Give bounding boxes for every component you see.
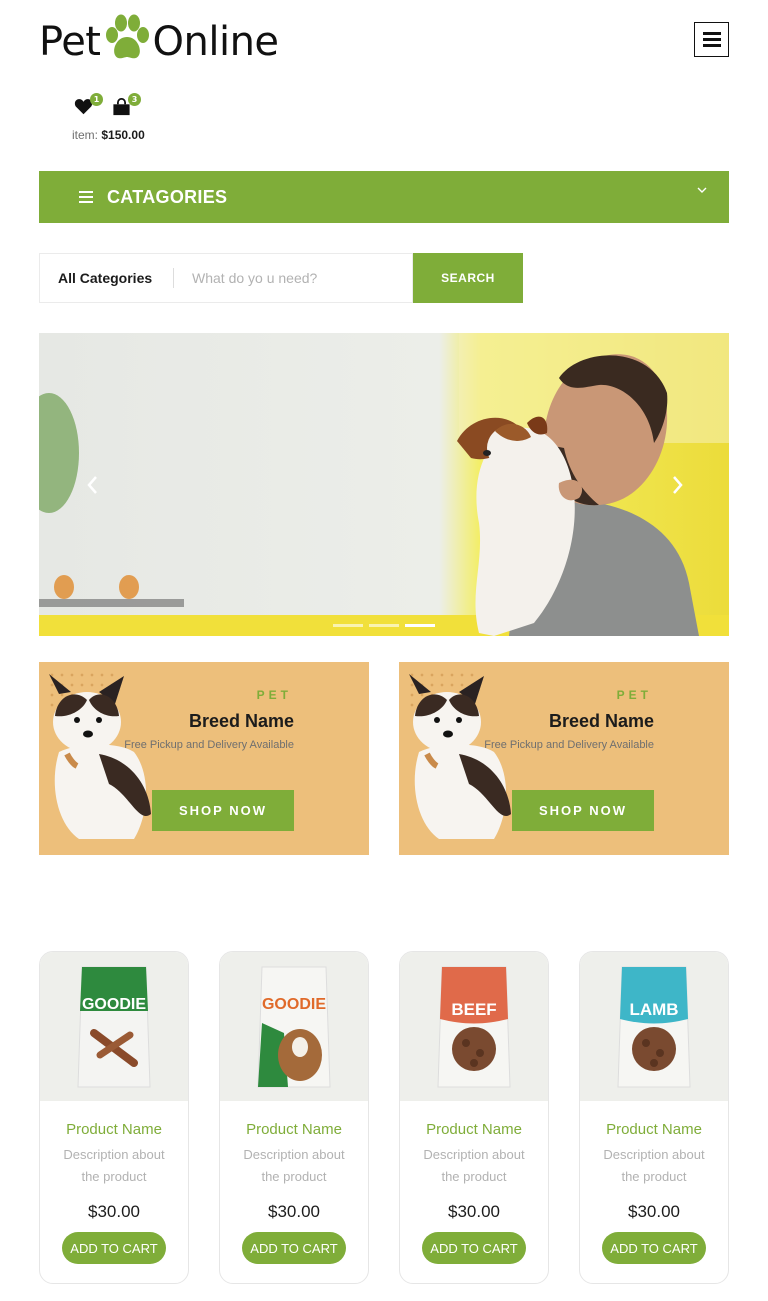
search-category-select[interactable]: All Categories xyxy=(40,268,174,288)
arrow-left-icon[interactable] xyxy=(83,473,103,497)
pack-label: GOODIE xyxy=(262,996,326,1013)
banner-subtitle: Free Pickup and Delivery Available xyxy=(124,739,294,751)
product-price: $30.00 xyxy=(628,1202,680,1221)
product-name[interactable]: Product Name xyxy=(220,1121,368,1138)
brand-logo[interactable]: Pet Online xyxy=(39,14,279,70)
product-name[interactable]: Product Name xyxy=(40,1121,188,1138)
slider-indicators xyxy=(333,624,435,627)
product-description: Description about the product xyxy=(603,1147,705,1184)
categories-dropdown[interactable]: CATAGORIES xyxy=(39,171,729,223)
pack-label: BEEF xyxy=(451,1000,496,1019)
product-image: GOODIE xyxy=(220,952,368,1101)
product-image: GOODIE xyxy=(40,952,188,1101)
search-box: All Categories xyxy=(39,253,413,303)
promo-banner: PET Breed Name Free Pickup and Delivery … xyxy=(39,662,369,855)
add-to-cart-button[interactable]: ADD TO CART xyxy=(242,1232,346,1264)
search-button[interactable]: SEARCH xyxy=(413,253,523,303)
cart-total: item: $150.00 xyxy=(72,128,145,142)
add-to-cart-button[interactable]: ADD TO CART xyxy=(602,1232,706,1264)
shop-now-button[interactable]: SHOP NOW xyxy=(152,790,294,831)
list-icon xyxy=(79,191,93,203)
product-name[interactable]: Product Name xyxy=(580,1121,728,1138)
header-icons: 1 3 xyxy=(74,93,141,118)
product-name[interactable]: Product Name xyxy=(400,1121,548,1138)
add-to-cart-button[interactable]: ADD TO CART xyxy=(422,1232,526,1264)
search-form: All Categories SEARCH xyxy=(39,253,523,303)
product-price: $30.00 xyxy=(268,1202,320,1221)
puppy-image xyxy=(49,674,151,839)
pack-label: LAMB xyxy=(629,1000,678,1019)
slider-dot[interactable] xyxy=(333,624,363,627)
chevron-down-icon xyxy=(697,187,707,193)
product-description: Description about the product xyxy=(243,1147,345,1184)
pack-label: GOODIE xyxy=(82,996,146,1013)
product-price: $30.00 xyxy=(88,1202,140,1221)
food-bag-image: GOODIE xyxy=(77,966,151,1087)
arrow-right-icon[interactable] xyxy=(667,473,687,497)
hamburger-menu-icon xyxy=(702,32,721,47)
cart-total-label: item: xyxy=(72,128,99,142)
product-image: BEEF xyxy=(400,952,548,1101)
hero-slider xyxy=(39,333,729,636)
product-price: $30.00 xyxy=(448,1202,500,1221)
slider-dot-active[interactable] xyxy=(405,624,435,627)
categories-title: CATAGORIES xyxy=(107,186,228,207)
product-image: LAMB xyxy=(580,952,728,1101)
cart-link[interactable]: 3 xyxy=(112,93,141,118)
hero-image xyxy=(39,333,729,636)
hamburger-menu-button[interactable] xyxy=(694,22,729,57)
slider-dot[interactable] xyxy=(369,624,399,627)
product-card[interactable]: GOODIE Product Name Description about th… xyxy=(219,951,369,1284)
wishlist-link[interactable]: 1 xyxy=(74,93,103,118)
cart-count-badge: 3 xyxy=(128,93,141,106)
brand-word-pet: Pet xyxy=(39,19,101,65)
paw-icon xyxy=(105,14,149,59)
product-card[interactable]: BEEF Product Name Description about the … xyxy=(399,951,549,1284)
search-input[interactable] xyxy=(174,254,404,302)
product-description: Description about the product xyxy=(423,1147,525,1184)
banner-title: Breed Name xyxy=(188,711,294,731)
banner-title: Breed Name xyxy=(548,711,654,731)
puppy-image xyxy=(409,674,511,839)
food-bag-image: LAMB xyxy=(617,966,691,1087)
shop-now-button[interactable]: SHOP NOW xyxy=(512,790,654,831)
food-bag-image: GOODIE xyxy=(257,966,331,1087)
banner-label: PET xyxy=(616,688,652,702)
cart-total-value: $150.00 xyxy=(101,128,145,142)
product-description: Description about the product xyxy=(63,1147,165,1184)
product-card[interactable]: GOODIE Product Name Description about th… xyxy=(39,951,189,1284)
wishlist-count-badge: 1 xyxy=(90,93,103,106)
add-to-cart-button[interactable]: ADD TO CART xyxy=(62,1232,166,1264)
banner-subtitle: Free Pickup and Delivery Available xyxy=(484,739,654,751)
brand-word-online: Online xyxy=(152,19,280,65)
banner-label: PET xyxy=(256,688,292,702)
food-bag-image: BEEF xyxy=(437,966,511,1087)
product-card[interactable]: LAMB Product Name Description about the … xyxy=(579,951,729,1284)
promo-banner: PET Breed Name Free Pickup and Delivery … xyxy=(399,662,729,855)
